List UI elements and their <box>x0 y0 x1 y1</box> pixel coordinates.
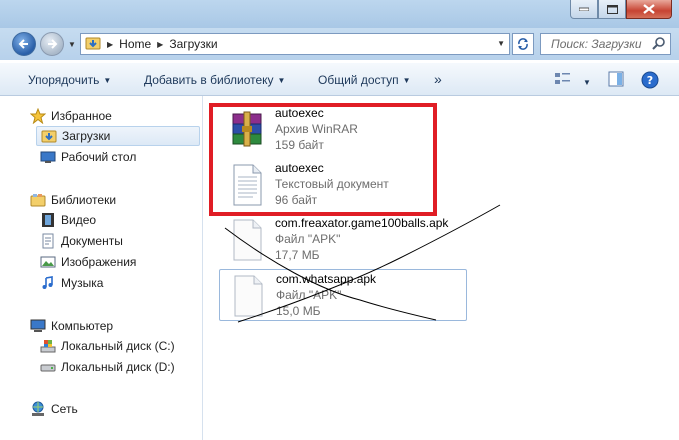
desktop-icon <box>40 149 56 165</box>
nav-computer-label: Компьютер <box>51 319 114 333</box>
downloads-folder-icon <box>41 128 57 144</box>
chevron-down-icon: ▼ <box>277 76 286 85</box>
organize-label: Упорядочить <box>28 73 100 87</box>
film-icon <box>40 212 56 228</box>
nav-music-label: Музыка <box>61 276 104 290</box>
breadcrumb-home[interactable]: Home <box>119 37 151 51</box>
nav-disk-c[interactable]: Локальный диск (C:) <box>40 336 175 356</box>
breadcrumb-downloads[interactable]: Загрузки <box>169 37 217 51</box>
nav-desktop-label: Рабочий стол <box>61 150 137 164</box>
organize-menu-button[interactable]: Упорядочить ▼ <box>28 73 111 87</box>
minimize-button[interactable] <box>570 0 598 19</box>
recent-pages-dropdown[interactable]: ▼ <box>68 40 76 49</box>
minimize-icon <box>579 7 589 11</box>
nav-favorites[interactable]: Избранное <box>30 106 112 126</box>
breadcrumb-separator-icon: ▶ <box>107 39 114 49</box>
arrow-right-icon <box>48 39 58 49</box>
network-icon <box>30 401 46 417</box>
nav-documents[interactable]: Документы <box>40 231 123 251</box>
nav-video-label: Видео <box>61 213 97 227</box>
view-dropdown[interactable]: ▼ <box>579 75 591 89</box>
close-button[interactable] <box>626 0 672 19</box>
file-tile-game-apk[interactable]: com.freaxator.game100balls.apk Файл "APK… <box>219 214 467 266</box>
nav-favorites-label: Избранное <box>51 109 112 123</box>
back-button[interactable] <box>12 32 36 56</box>
nav-desktop[interactable]: Рабочий стол <box>40 147 136 167</box>
libraries-icon <box>30 192 46 208</box>
chevron-down-icon: ▼ <box>583 78 591 87</box>
nav-disk-c-label: Локальный диск (C:) <box>61 339 175 353</box>
preview-pane-icon <box>608 71 624 87</box>
chevron-down-icon: ▼ <box>103 76 112 85</box>
help-button[interactable]: ? <box>641 71 659 92</box>
system-drive-icon <box>40 338 56 354</box>
nav-documents-label: Документы <box>61 234 123 248</box>
music-note-icon <box>40 275 56 291</box>
file-name: com.whatsapp.apk <box>276 272 377 286</box>
refresh-icon <box>518 38 528 50</box>
view-options-icon <box>555 73 570 84</box>
maximize-icon <box>606 4 618 14</box>
breadcrumb-separator-icon: ▶ <box>157 39 164 49</box>
share-button[interactable]: Общий доступ ▼ <box>318 73 411 87</box>
forward-button[interactable] <box>40 32 64 56</box>
title-bar <box>0 0 679 28</box>
refresh-button[interactable] <box>512 33 534 55</box>
arrow-left-icon <box>18 39 28 49</box>
window-controls <box>570 0 672 20</box>
nav-computer[interactable]: Компьютер <box>30 316 113 336</box>
address-bar[interactable]: ▶ Home ▶ Загрузки ▼ <box>80 33 510 55</box>
nav-disk-d[interactable]: Локальный диск (D:) <box>40 357 175 377</box>
navigation-pane: Избранное Загрузки Рабочий стол Библиоте… <box>0 96 203 440</box>
search-icon[interactable] <box>652 36 666 53</box>
maximize-button[interactable] <box>598 0 626 19</box>
add-to-library-label: Добавить в библиотеку <box>144 73 274 87</box>
file-type: Файл "APK" <box>275 232 341 246</box>
file-name: com.freaxator.game100balls.apk <box>275 216 449 230</box>
add-to-library-button[interactable]: Добавить в библиотеку ▼ <box>144 73 285 87</box>
nav-libraries-label: Библиотеки <box>51 193 117 207</box>
file-size: 17,7 МБ <box>275 248 320 262</box>
nav-downloads[interactable]: Загрузки <box>36 126 200 146</box>
share-label: Общий доступ <box>318 73 399 87</box>
nav-network-label: Сеть <box>51 402 78 416</box>
file-type: Файл "APK" <box>276 288 342 302</box>
search-placeholder: Поиск: Загрузки <box>551 37 642 51</box>
nav-downloads-label: Загрузки <box>62 129 111 143</box>
file-size: 15,0 МБ <box>276 304 321 318</box>
red-highlight-box <box>209 103 437 216</box>
picture-icon <box>40 254 56 270</box>
nav-images[interactable]: Изображения <box>40 252 136 272</box>
nav-libraries[interactable]: Библиотеки <box>30 190 116 210</box>
address-row: ▼ ▶ Home ▶ Загрузки ▼ Поиск: Загрузки <box>0 28 679 60</box>
change-view-button[interactable] <box>554 71 572 90</box>
address-history-dropdown[interactable]: ▼ <box>497 39 505 48</box>
nav-disk-d-label: Локальный диск (D:) <box>61 360 175 374</box>
generic-file-icon <box>228 274 268 318</box>
close-icon <box>643 4 655 14</box>
generic-file-icon <box>227 218 267 262</box>
nav-images-label: Изображения <box>61 255 137 269</box>
nav-video[interactable]: Видео <box>40 210 96 230</box>
help-icon: ? <box>641 71 659 89</box>
nav-network[interactable]: Сеть <box>30 399 78 419</box>
downloads-folder-icon <box>85 35 101 54</box>
chevron-down-icon: ▼ <box>402 76 411 85</box>
file-tile-whatsapp-apk[interactable]: com.whatsapp.apk Файл "APK" 15,0 МБ <box>219 269 467 321</box>
preview-pane-button[interactable] <box>608 71 624 90</box>
star-icon <box>30 108 46 124</box>
search-input[interactable]: Поиск: Загрузки <box>540 33 671 55</box>
computer-icon <box>30 318 46 334</box>
command-bar: Упорядочить ▼ Добавить в библиотеку ▼ Общи… <box>0 62 679 96</box>
nav-music[interactable]: Музыка <box>40 273 103 293</box>
hard-drive-icon <box>40 359 56 375</box>
svg-text:?: ? <box>647 74 653 87</box>
document-icon <box>40 233 56 249</box>
more-commands-button[interactable]: » <box>434 71 442 87</box>
